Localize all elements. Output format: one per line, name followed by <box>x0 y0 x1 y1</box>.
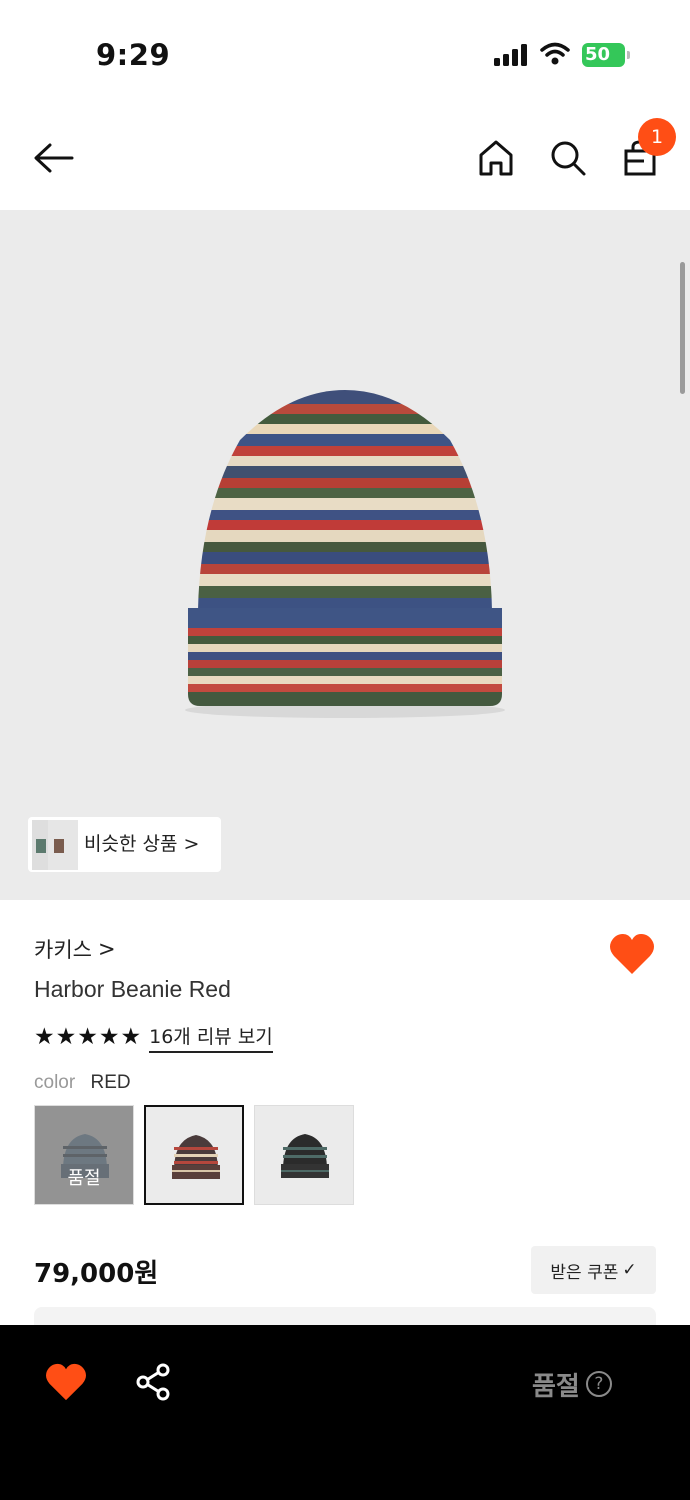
cellular-signal-icon <box>494 44 528 66</box>
soldout-label: 품절 <box>532 1371 580 1402</box>
similar-products-label: 비슷한 상품 > <box>84 833 200 855</box>
cart-count-badge: 1 <box>638 118 676 156</box>
star-icon: ★ <box>120 1023 142 1050</box>
soldout-overlay: 품절 <box>35 1106 133 1204</box>
star-icon: ★ <box>34 1023 55 1050</box>
rating-stars: ★ ★ ★ ★ ★ <box>34 1023 142 1050</box>
color-value: RED <box>90 1072 131 1093</box>
beanie-image <box>185 390 505 718</box>
bottom-heart-icon[interactable] <box>44 1362 88 1402</box>
swatch-red[interactable] <box>144 1105 244 1205</box>
swatch-black[interactable] <box>254 1105 354 1205</box>
wifi-icon <box>540 42 570 66</box>
rating-row: ★ ★ ★ ★ ★ 16개 리뷰 보기 <box>34 1022 273 1053</box>
heart-icon[interactable] <box>608 932 656 976</box>
star-icon: ★ <box>98 1023 120 1050</box>
battery-level: 50 <box>582 43 625 67</box>
star-icon: ★ <box>77 1023 98 1050</box>
coupon-button[interactable]: 받은 쿠폰 ✓ <box>531 1246 656 1294</box>
swatch-blue[interactable]: 품절 <box>34 1105 134 1205</box>
product-price: 79,000원 <box>34 1259 159 1289</box>
top-nav-bar <box>0 110 690 206</box>
battery-icon: 50 <box>582 43 630 67</box>
check-icon: ✓ <box>622 1260 637 1280</box>
share-icon[interactable] <box>134 1362 174 1402</box>
brand-name: 카키스 <box>34 938 92 962</box>
review-link[interactable]: 16개 리뷰 보기 <box>149 1022 273 1053</box>
help-icon[interactable]: ? <box>585 1371 612 1397</box>
product-name: Harbor Beanie Red <box>34 976 231 1002</box>
back-arrow-icon[interactable] <box>32 136 76 180</box>
brand-chevron: > <box>97 937 116 961</box>
bottom-action-bar <box>0 1325 690 1500</box>
color-label: color <box>34 1072 76 1093</box>
soldout-button[interactable]: 품절 ? <box>532 1366 612 1402</box>
status-time: 9:29 <box>96 38 171 72</box>
color-row: color RED <box>34 1072 131 1094</box>
coupon-label: 받은 쿠폰 <box>550 1262 619 1283</box>
similar-thumbnails <box>28 817 84 872</box>
product-image[interactable] <box>0 210 690 900</box>
similar-products-button[interactable]: 비슷한 상품 > <box>28 817 221 872</box>
search-icon[interactable] <box>546 136 590 180</box>
image-scrollbar[interactable] <box>680 262 685 394</box>
home-icon[interactable] <box>474 136 518 180</box>
star-icon: ★ <box>55 1023 77 1050</box>
status-bar: 9:29 50 <box>0 0 690 100</box>
brand-link[interactable]: 카키스 > <box>34 934 116 964</box>
